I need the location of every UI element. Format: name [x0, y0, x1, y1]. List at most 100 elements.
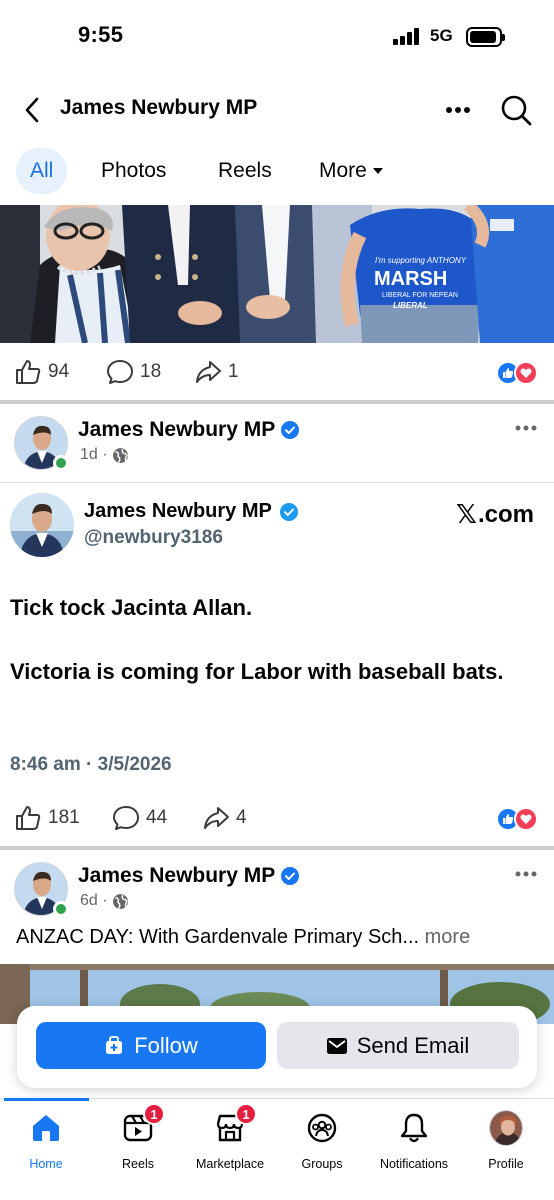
marketplace-icon: 1: [213, 1103, 257, 1145]
post-time: 6d ·: [80, 892, 108, 909]
post-meta: 6d ·: [80, 892, 129, 910]
tab-photos[interactable]: Photos: [101, 148, 166, 194]
post-time: 1d ·: [80, 446, 108, 463]
caret-down-icon: [372, 168, 383, 174]
nav-label: Groups: [301, 1157, 343, 1171]
online-status-dot: [53, 901, 69, 917]
share-button[interactable]: 4: [202, 804, 247, 832]
network-type: 5G: [430, 26, 453, 45]
tweet-line-1: Tick tock Jacinta Allan.: [10, 595, 253, 620]
nav-marketplace[interactable]: 1 Marketplace: [184, 1103, 276, 1175]
tweet-timestamp: 8:46 am · 3/5/2026: [10, 754, 172, 775]
tab-all[interactable]: All: [16, 148, 68, 194]
tab-reels[interactable]: Reels: [218, 148, 272, 194]
x-logo-icon: 𝕏: [456, 500, 477, 530]
post-2-header: James Newbury MP 1d ·: [0, 416, 554, 486]
reaction-summary[interactable]: [496, 361, 540, 385]
reaction-summary[interactable]: [496, 807, 540, 831]
post-author[interactable]: James Newbury MP: [78, 864, 300, 888]
x-domain: .com: [477, 501, 534, 528]
comment-count: 44: [146, 807, 168, 828]
comment-icon: [113, 806, 139, 830]
post-author-name: James Newbury MP: [78, 418, 276, 441]
love-reaction-icon: [514, 807, 538, 831]
reels-badge: 1: [143, 1103, 165, 1125]
embed-author[interactable]: James Newbury MP: [84, 500, 298, 523]
back-button[interactable]: [16, 92, 48, 128]
like-count: 94: [48, 361, 70, 382]
love-reaction-icon: [514, 361, 538, 385]
search-button[interactable]: [496, 90, 536, 130]
battery-icon: [466, 27, 505, 47]
follow-button[interactable]: Follow: [36, 1022, 266, 1069]
post-author-name: James Newbury MP: [78, 864, 276, 887]
envelope-icon: [326, 1037, 347, 1054]
post-3-caption[interactable]: ANZAC DAY: With Gardenvale Primary Sch..…: [16, 926, 470, 949]
post-options-button[interactable]: [512, 418, 540, 438]
nav-label: Home: [29, 1157, 63, 1171]
more-dots-icon: [446, 107, 470, 113]
page-title: James Newbury MP: [60, 96, 258, 119]
nav-label: Reels: [122, 1157, 154, 1171]
bottom-navigation: Home 1 Reels 1 Marketplace Groups Notifi…: [0, 1098, 554, 1200]
post-3-header: James Newbury MP 6d ·: [0, 862, 554, 932]
group-photo-image: I'm supporting ANTHONY MARSH LIBERAL FOR…: [0, 205, 554, 343]
nav-profile[interactable]: Profile: [460, 1110, 552, 1175]
post-meta: 1d ·: [80, 446, 129, 464]
embed-handle[interactable]: @newbury3186: [84, 527, 223, 549]
page-action-bar: Follow Send Email: [17, 1006, 537, 1088]
nav-label: Marketplace: [195, 1157, 265, 1171]
embed-avatar[interactable]: [10, 493, 74, 557]
status-time: 9:55: [78, 22, 124, 47]
post-options-button[interactable]: [512, 864, 540, 884]
thumbs-up-icon: [16, 806, 41, 830]
nav-notifications[interactable]: Notifications: [368, 1111, 460, 1175]
post-divider: [0, 846, 554, 850]
profile-avatar: [489, 1110, 523, 1146]
groups-icon: [305, 1111, 339, 1145]
profile-tabs: All Photos Reels More: [0, 148, 554, 196]
home-icon: [29, 1111, 63, 1145]
email-label: Send Email: [356, 1032, 470, 1058]
nav-groups[interactable]: Groups: [276, 1111, 368, 1175]
active-tab-indicator: [4, 1098, 89, 1101]
post-1-reactions: 94 18 1: [0, 344, 554, 400]
globe-icon: [112, 893, 128, 909]
back-chevron-icon: [25, 97, 39, 123]
page-header: James Newbury MP: [0, 84, 554, 136]
bell-icon: [397, 1111, 431, 1145]
verified-badge-icon: [281, 421, 300, 439]
see-more-link[interactable]: more: [425, 926, 471, 948]
x-source-link[interactable]: 𝕏 .com: [456, 500, 534, 530]
follow-label: Follow: [134, 1032, 198, 1058]
nav-label: Profile: [488, 1157, 524, 1171]
comment-button[interactable]: 18: [106, 358, 161, 386]
post-author[interactable]: James Newbury MP: [78, 418, 300, 442]
globe-icon: [112, 447, 128, 463]
tab-more-label: More: [319, 159, 367, 182]
more-options-button[interactable]: [440, 94, 476, 126]
online-status-dot: [53, 455, 69, 471]
share-button[interactable]: 1: [194, 358, 239, 386]
tab-more[interactable]: More: [319, 148, 383, 194]
like-button[interactable]: 181: [14, 804, 80, 832]
nav-home[interactable]: Home: [0, 1111, 92, 1175]
more-dots-icon: [515, 871, 537, 877]
post-photo[interactable]: I'm supporting ANTHONY MARSH LIBERAL FOR…: [0, 205, 554, 343]
shirt-text-4: LIBERAL: [393, 301, 428, 310]
shirt-text-1: I'm supporting ANTHONY: [375, 256, 467, 265]
comment-button[interactable]: 44: [112, 804, 167, 832]
send-email-button[interactable]: Send Email: [277, 1022, 519, 1069]
post-3-avatar[interactable]: [14, 862, 69, 917]
post-2-avatar[interactable]: [14, 416, 69, 471]
comment-icon: [107, 360, 133, 384]
post-2-reactions: 181 44 4: [0, 790, 554, 846]
post-divider: [0, 400, 554, 404]
verified-badge-icon: [281, 867, 300, 885]
like-button[interactable]: 94: [14, 358, 69, 386]
thumbs-up-icon: [16, 360, 41, 384]
more-dots-icon: [515, 425, 537, 431]
share-icon: [196, 361, 221, 383]
nav-reels[interactable]: 1 Reels: [92, 1103, 184, 1175]
search-icon: [501, 95, 532, 126]
